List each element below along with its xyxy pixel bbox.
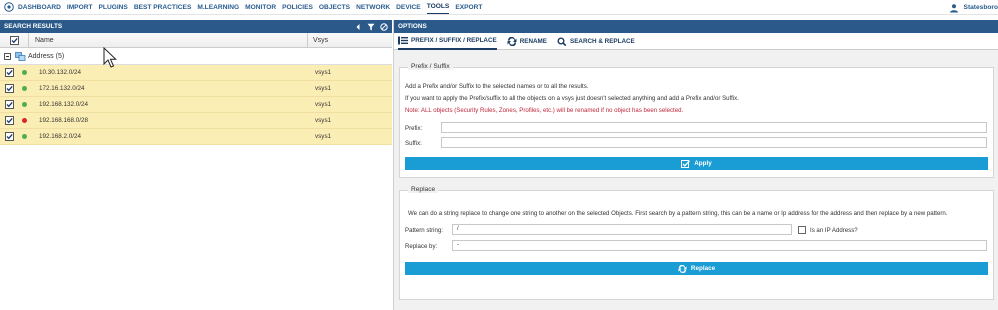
row-checkbox[interactable]	[5, 68, 14, 77]
table-row[interactable]: 192.168.2.0/24 vsys1	[0, 129, 392, 145]
options-title: OPTIONS	[398, 23, 427, 30]
table-row[interactable]: 10.30.132.0/24 vsys1	[0, 65, 392, 81]
search-results-tools	[354, 20, 388, 33]
address-object-icon	[15, 51, 26, 61]
nav-export[interactable]: EXPORT	[455, 0, 482, 15]
nav-dashboard[interactable]: DASHBOARD	[18, 0, 61, 15]
row-vsys: vsys1	[315, 69, 332, 76]
tab-prefix-suffix-label: PREFIX / SUFFIX / REPLACE	[411, 36, 497, 44]
row-checkbox[interactable]	[5, 116, 14, 125]
row-vsys: vsys1	[315, 101, 332, 108]
address-group-label: Address (5)	[28, 52, 65, 60]
replace-button-label: Replace	[690, 265, 716, 272]
replace-icon	[678, 264, 687, 273]
row-vsys: vsys1	[315, 117, 332, 124]
row-name: 192.168.168.0/28	[39, 117, 89, 124]
column-header-name[interactable]: Name	[29, 32, 308, 48]
user-menu[interactable]: Statesboro	[949, 0, 998, 15]
nav-objects[interactable]: OBJECTS	[319, 0, 350, 15]
nav-import[interactable]: IMPORT	[67, 0, 93, 15]
pattern-string-input[interactable]: /	[452, 224, 792, 235]
address-group-row[interactable]: Address (5)	[0, 48, 392, 65]
nav-best-practices[interactable]: BEST PRACTICES	[134, 0, 192, 15]
prefix-suffix-legend: Prefix / Suffix	[408, 63, 453, 70]
row-name: 192.168.2.0/24	[39, 133, 82, 140]
table-row[interactable]: 192.168.132.0/24 vsys1	[0, 97, 392, 113]
top-navigation: DASHBOARD IMPORT PLUGINS BEST PRACTICES …	[0, 0, 998, 15]
options-header: OPTIONS	[394, 20, 998, 33]
tab-rename-label: RENAME	[519, 37, 548, 45]
pattern-string-label: Pattern string:	[405, 227, 443, 234]
is-ip-address-checkbox[interactable]	[798, 226, 806, 234]
nav-m-learning[interactable]: M.LEARNING	[197, 0, 239, 15]
search-icon	[557, 37, 567, 46]
tab-rename[interactable]: RENAME	[507, 33, 547, 50]
status-dot-icon	[22, 134, 27, 139]
prefix-suffix-icon	[398, 36, 408, 44]
options-tabs: PREFIX / SUFFIX / REPLACE RENAME SEARCH …	[394, 33, 998, 50]
rename-icon	[507, 36, 517, 46]
replace-legend: Replace	[408, 186, 439, 193]
select-all-checkbox[interactable]	[9, 35, 19, 45]
tab-search-replace-label: SEARCH & REPLACE	[570, 37, 635, 45]
home-icon[interactable]	[4, 2, 14, 12]
nav-device[interactable]: DEVICE	[396, 0, 421, 15]
table-row[interactable]: 172.16.132.0/24 vsys1	[0, 81, 392, 97]
filter-icon[interactable]	[367, 23, 375, 31]
tab-prefix-suffix-replace[interactable]: PREFIX / SUFFIX / REPLACE	[398, 33, 497, 50]
status-dot-icon	[22, 118, 27, 123]
results-grid-header: Name Vsys	[0, 32, 392, 48]
replace-section: Replace We can do a string replace to ch…	[399, 186, 994, 300]
collapse-group-icon[interactable]	[4, 52, 11, 60]
collapse-left-icon[interactable]	[354, 23, 362, 31]
mouse-cursor-icon	[103, 47, 117, 68]
prefix-suffix-section: Prefix / Suffix Add a Prefix and/or Suff…	[399, 63, 994, 178]
status-dot-icon	[22, 102, 27, 107]
row-name: 10.30.132.0/24	[39, 69, 82, 76]
prefix-suffix-help-1: Add a Prefix and/or Suffix to the select…	[405, 83, 589, 90]
prefix-suffix-note: Note: ALL objects (Security Rules, Zones…	[405, 107, 684, 114]
prefix-label: Prefix:	[405, 125, 423, 132]
search-results-panel: SEARCH RESULTS Name Vsys Address (5) 10.…	[0, 20, 392, 310]
status-dot-icon	[22, 86, 27, 91]
replace-by-input[interactable]: -	[452, 240, 987, 251]
row-checkbox[interactable]	[5, 84, 14, 93]
table-row[interactable]: 192.168.168.0/28 vsys1	[0, 113, 392, 129]
nav-tools[interactable]: TOOLS	[426, 1, 450, 14]
user-name: Statesboro	[963, 4, 998, 11]
row-name: 192.168.132.0/24	[39, 101, 89, 108]
row-vsys: vsys1	[315, 85, 332, 92]
row-checkbox[interactable]	[5, 100, 14, 109]
suffix-label: Suffix:	[405, 140, 422, 147]
user-icon	[949, 3, 958, 12]
results-rows: 10.30.132.0/24 vsys1 172.16.132.0/24 vsys1 1…	[0, 65, 392, 145]
tab-search-replace[interactable]: SEARCH & REPLACE	[557, 33, 635, 50]
apply-button-label: Apply	[694, 160, 712, 167]
column-header-vsys[interactable]: Vsys	[308, 33, 328, 48]
replace-description: We can do a string replace to change one…	[408, 210, 948, 217]
is-ip-address-label: Is an IP Address?	[810, 227, 858, 234]
nav-policies[interactable]: POLICIES	[282, 0, 313, 15]
status-dot-icon	[22, 70, 27, 75]
prefix-suffix-help-2: If you want to apply the Prefix/suffix t…	[405, 95, 739, 102]
nav-monitor[interactable]: MONITOR	[245, 0, 276, 15]
suffix-input[interactable]	[441, 137, 987, 148]
search-results-header: SEARCH RESULTS	[0, 20, 392, 33]
row-checkbox[interactable]	[5, 132, 14, 141]
apply-button[interactable]: Apply	[405, 157, 988, 170]
replace-button[interactable]: Replace	[405, 262, 988, 275]
search-results-title: SEARCH RESULTS	[4, 23, 63, 30]
replace-by-label: Replace by:	[405, 243, 438, 250]
prefix-input[interactable]	[441, 122, 987, 133]
row-name: 172.16.132.0/24	[39, 85, 85, 92]
options-panel: OPTIONS PREFIX / SUFFIX / REPLACE RENAME	[393, 20, 998, 310]
nav-network[interactable]: NETWORK	[356, 0, 390, 15]
apply-check-icon	[681, 159, 691, 168]
clear-filter-icon[interactable]	[380, 22, 388, 31]
select-all-cell	[0, 32, 29, 48]
nav-plugins[interactable]: PLUGINS	[99, 0, 128, 15]
row-vsys: vsys1	[315, 133, 332, 140]
